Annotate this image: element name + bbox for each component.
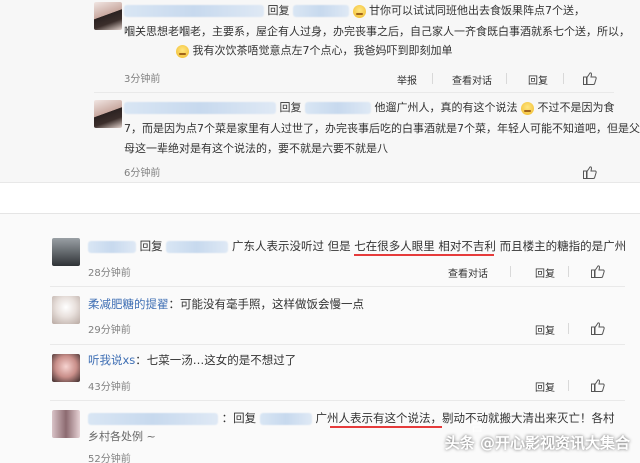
reply-button[interactable]: 回复	[535, 322, 555, 337]
reply-prefix: ：回复	[221, 411, 257, 425]
timestamp: 3分钟前	[124, 74, 161, 85]
reply-button[interactable]: 回复	[535, 379, 555, 394]
avatar[interactable]	[94, 100, 122, 128]
watermark: 头条 @开心影视资讯大集合	[444, 434, 630, 452]
comment-divider	[50, 400, 625, 401]
like-thumb-icon[interactable]	[591, 265, 605, 278]
timestamp: 28分钟前	[88, 268, 131, 279]
comment-divider	[50, 286, 625, 287]
blurred-username	[305, 102, 371, 114]
comment-line-2: 7，而是因为点7个菜是家里有人过世了，办完丧事后吃的白事酒就是7个菜，年轻人可能…	[124, 122, 640, 135]
divider	[568, 266, 569, 277]
blurred-username	[124, 102, 276, 114]
comment-line-3: 我有次饮茶唔觉意点左7个点心，我爸妈吓到即刻加单	[176, 44, 453, 58]
username-link[interactable]: 柔减肥糖的提翟	[88, 297, 169, 311]
red-underline	[330, 426, 442, 428]
comment-line-2: 乡村各处例 ~	[88, 430, 156, 443]
timestamp: 6分钟前	[124, 168, 161, 179]
bottom-comment-panel: 回复 广东人表示没听过 但是 七在很多人眼里 相对不吉利 而且楼主的糖指的是广州…	[0, 213, 640, 463]
comment-text: 不过不是因为食	[537, 101, 615, 114]
avatar[interactable]	[94, 2, 122, 30]
divider	[510, 266, 511, 277]
blurred-username	[166, 240, 229, 253]
blurred-username	[88, 240, 136, 253]
comment-line-1: 回复 甘你可以试试同班他出去食饭果阵点7个送，	[124, 4, 585, 18]
comment-line-3: 母这一辈绝对是有这个说法的，要不就是六要不就是八	[124, 142, 388, 155]
comment-text: 甘你可以试试同班他出去食饭果阵点7个送，	[369, 4, 585, 17]
divider	[432, 73, 433, 84]
divider	[506, 73, 507, 84]
blurred-username	[293, 5, 349, 17]
reply-button[interactable]: 回复	[528, 72, 548, 87]
comment-divider	[94, 92, 614, 93]
timestamp: 43分钟前	[88, 382, 131, 393]
reply-prefix: 回复	[279, 101, 302, 114]
blurred-username	[259, 412, 312, 425]
like-thumb-icon[interactable]	[583, 166, 597, 179]
highlighted-text: 广州人表示有这个说法	[315, 411, 431, 425]
reply-prefix: 回复	[267, 4, 290, 17]
divider	[568, 380, 569, 391]
comment-text: ：可能没有毫手照，这样做饭会慢一点	[168, 297, 365, 311]
like-thumb-icon[interactable]	[583, 72, 597, 85]
top-comment-panel: 回复 甘你可以试试同班他出去食饭果阵点7个送， 嗰关思想老嗰老，主要系，屋企有人…	[0, 0, 640, 183]
comment-line-1: 回复 广东人表示没听过 但是 七在很多人眼里 相对不吉利 而且楼主的糖指的是广州	[88, 239, 626, 253]
avatar[interactable]	[52, 296, 80, 324]
comment-line-1: 回复 他遛广州人，真的有这个说法 不过不是因为食	[124, 101, 615, 115]
section-gap	[0, 183, 640, 213]
laugh-emoji-icon	[521, 101, 534, 115]
like-thumb-icon[interactable]	[591, 379, 605, 392]
comment-line-2: 嗰关思想老嗰老，主要系，屋企有人过身，办完丧事之后，自己家人一齐食既白事酒就系七…	[124, 25, 630, 38]
reply-button[interactable]: 回复	[535, 265, 555, 280]
view-conversation-button[interactable]: 查看对话	[452, 72, 492, 87]
laugh-emoji-icon	[352, 4, 366, 18]
reply-prefix: 回复	[139, 239, 163, 253]
comment-text: 他遛广州人，真的有这个说法	[374, 101, 518, 114]
red-underline	[354, 254, 494, 256]
like-thumb-icon[interactable]	[591, 322, 605, 335]
username-link[interactable]: 听我说xs	[88, 353, 135, 367]
divider	[568, 323, 569, 334]
highlighted-text: 七在很多人眼里 相对不吉利	[354, 239, 496, 253]
blurred-username	[88, 412, 218, 425]
avatar[interactable]	[52, 410, 80, 438]
comment-divider	[50, 344, 625, 345]
timestamp: 29分钟前	[88, 325, 131, 336]
comment-line-1: ：回复 广州人表示有这个说法，剔动不动就搬大清出来灭亡！各村	[88, 411, 614, 425]
avatar[interactable]	[52, 238, 80, 266]
laugh-emoji-icon	[176, 44, 189, 58]
comment-line-1: 柔减肥糖的提翟：可能没有毫手照，这样做饭会慢一点	[88, 297, 364, 311]
comment-text: ，剔动不动就搬大清出来灭亡！各村	[430, 411, 615, 425]
view-conversation-button[interactable]: 查看对话	[448, 265, 488, 280]
timestamp: 52分钟前	[88, 454, 131, 463]
comment-text: 而且楼主的糖指的是广州	[499, 239, 627, 253]
blurred-username	[124, 5, 264, 17]
comment-text: ：七菜一汤…这女的是不想过了	[135, 353, 297, 367]
report-button[interactable]: 举报	[397, 72, 417, 87]
comment-text: 我有次饮茶唔觉意点左7个点心，我爸妈吓到即刻加单	[192, 44, 453, 57]
comment-text: 广东人表示没听过 但是	[231, 239, 351, 253]
avatar[interactable]	[52, 354, 80, 382]
comment-line-1: 听我说xs：七菜一汤…这女的是不想过了	[88, 353, 296, 367]
divider	[563, 73, 564, 84]
